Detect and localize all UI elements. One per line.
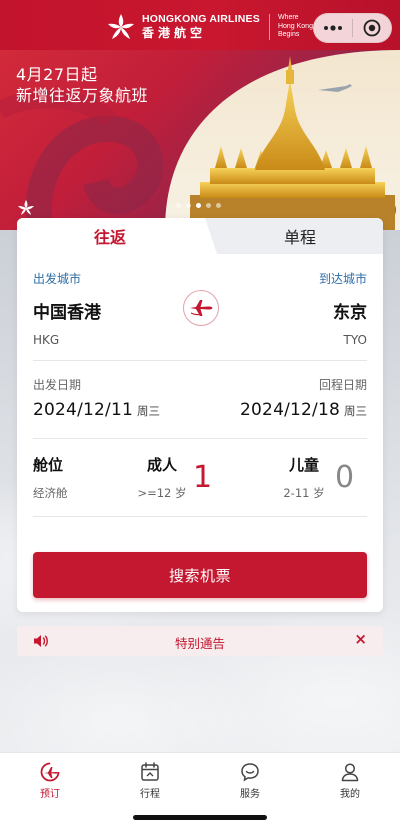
tab-service[interactable]: 服务	[220, 761, 280, 800]
tab-profile[interactable]: 我的	[320, 761, 380, 800]
adult-count[interactable]: 1	[193, 460, 212, 495]
depart-date-field[interactable]: 2024/12/11 周三	[33, 400, 160, 420]
airline-logo: HONGKONG AIRLINES 香港航空 Where Hong Kong B…	[106, 12, 313, 42]
date-row: 2024/12/11 周三 2024/12/18 周三	[33, 400, 367, 426]
origin-code: HKG	[33, 333, 60, 347]
cabin-value: 经济舱	[33, 486, 68, 500]
banner-line-2: 新增往返万象航班	[16, 86, 149, 105]
target-close-icon	[363, 19, 381, 37]
city-labels: 出发城市 到达城市	[33, 270, 367, 287]
search-flights-button[interactable]: 搜索机票	[33, 552, 367, 598]
cabin-label: 舱位	[33, 456, 64, 474]
carousel-dot-active[interactable]	[196, 203, 201, 208]
child-age-range: 2-11 岁	[283, 486, 325, 500]
carousel-dot[interactable]	[176, 203, 181, 208]
banner-line-1: 4月27日起	[16, 65, 98, 84]
carousel-dot[interactable]	[206, 203, 211, 208]
divider	[33, 360, 367, 361]
destination-label: 到达城市	[318, 272, 367, 286]
tagline-line-2: Hong Kong	[277, 22, 313, 30]
banner-headline: 4月27日起 新增往返万象航班	[16, 64, 148, 106]
child-label: 儿童	[288, 456, 319, 474]
logo-divider	[268, 14, 270, 40]
origin-label: 出发城市	[33, 272, 82, 286]
close-miniprogram-button[interactable]	[353, 13, 391, 43]
more-dots-icon	[324, 25, 342, 31]
promo-banner[interactable]: 4月27日起 新增往返万象航班	[0, 50, 400, 230]
depart-weekday: 周三	[136, 404, 160, 418]
city-row: 中国香港 东京	[33, 290, 367, 326]
destination-code: TYO	[343, 333, 367, 347]
child-count[interactable]: 0	[335, 460, 354, 495]
swap-cities-button[interactable]	[183, 290, 219, 326]
adult-label: 成人	[146, 456, 177, 474]
adult-selector[interactable]: 成人 >=12 岁	[135, 454, 189, 501]
tab-service-label: 服务	[240, 789, 260, 800]
special-notice-bar[interactable]: 特别通告 ×	[17, 626, 383, 656]
tab-trips-label: 行程	[140, 789, 160, 800]
destination-city[interactable]: 东京	[333, 298, 367, 323]
depart-date-label: 出发日期	[33, 378, 82, 392]
miniprogram-capsule	[313, 13, 392, 43]
passenger-row: 舱位 经济舱 成人 >=12 岁 1 儿童 2-11 岁 0	[33, 454, 367, 504]
logo-bauhinia-icon	[108, 14, 134, 39]
return-weekday: 周三	[344, 404, 367, 418]
brand-name-cn: 香港航空	[142, 26, 207, 40]
tab-profile-label: 我的	[340, 789, 360, 800]
depart-date: 2024/12/11	[33, 400, 133, 420]
return-date-field[interactable]: 2024/12/18 周三	[240, 400, 367, 420]
trip-type-tabs: 往返 单程	[17, 218, 383, 254]
brand-tagline: Where Hong Kong Begins	[278, 14, 313, 40]
tab-booking-label: 预订	[40, 789, 60, 800]
tab-trips[interactable]: 行程	[120, 761, 180, 800]
user-profile-icon	[341, 763, 359, 782]
brand-name-en: HONGKONG AIRLINES	[142, 13, 260, 25]
cabin-selector[interactable]: 舱位 经济舱	[33, 454, 68, 501]
adult-age-range: >=12 岁	[137, 486, 187, 500]
divider	[33, 438, 367, 439]
plane-swap-icon	[190, 300, 213, 316]
carousel-dot[interactable]	[186, 203, 191, 208]
chat-service-icon	[241, 763, 259, 782]
notice-text: 特别通告	[174, 636, 225, 651]
calendar-trip-icon	[141, 762, 159, 781]
booking-card: 往返 单程 出发城市 到达城市 中国香港 东京 HKG TYO 出发日期 回程日…	[17, 218, 383, 612]
carousel-indicator	[176, 203, 221, 208]
origin-city[interactable]: 中国香港	[33, 298, 101, 323]
child-selector[interactable]: 儿童 2-11 岁	[273, 454, 335, 501]
return-date-label: 回程日期	[318, 378, 367, 392]
logo-text: HONGKONG AIRLINES 香港航空	[142, 13, 260, 41]
return-date: 2024/12/18	[240, 400, 340, 420]
airport-codes: HKG TYO	[33, 333, 367, 347]
top-header: HONGKONG AIRLINES 香港航空 Where Hong Kong B…	[0, 0, 400, 50]
notice-close-button[interactable]: ×	[354, 630, 367, 648]
divider	[33, 516, 367, 517]
date-labels: 出发日期 回程日期	[33, 376, 367, 393]
home-indicator	[133, 815, 267, 820]
tab-one-way[interactable]: 单程	[217, 218, 383, 254]
tab-round-trip[interactable]: 往返	[17, 218, 217, 254]
tagline-line-3: Begins	[277, 31, 300, 39]
tab-booking[interactable]: 预订	[20, 761, 80, 800]
plane-booking-icon	[40, 762, 60, 782]
more-button[interactable]	[314, 13, 352, 43]
tagline-line-1: Where	[277, 14, 299, 22]
carousel-dot[interactable]	[216, 203, 221, 208]
